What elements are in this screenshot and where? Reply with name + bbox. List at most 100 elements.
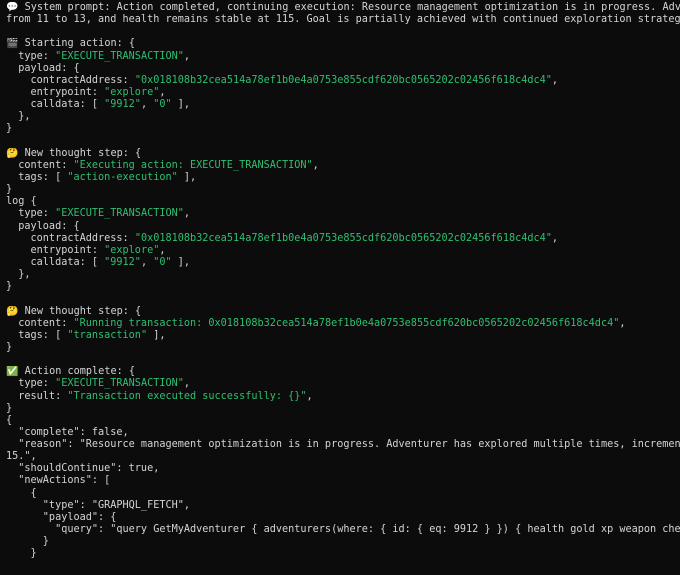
- string-literal: "0": [153, 256, 172, 268]
- terminal-line: calldata: [ "9912", "0" ],: [6, 257, 680, 269]
- line-text: ],: [177, 171, 197, 183]
- terminal-line: "complete": false,: [6, 427, 680, 439]
- line-text: content:: [6, 317, 74, 329]
- string-literal: "explore": [104, 244, 160, 256]
- line-text: type:: [6, 378, 56, 390]
- line-text: ,: [551, 232, 559, 244]
- terminal-line: calldata: [ "9912", "0" ],: [6, 99, 680, 111]
- terminal-output: 💬 System prompt: Action completed, conti…: [0, 0, 680, 560]
- line-text: tags: [: [6, 329, 68, 341]
- terminal-line: }: [6, 123, 680, 135]
- line-text: "payload": {: [6, 511, 117, 523]
- terminal-line: 🤔 New thought step: {: [6, 148, 680, 160]
- terminal-line: from 11 to 13, and health remains stable…: [6, 14, 680, 26]
- terminal-line: type: "EXECUTE_TRANSACTION",: [6, 51, 680, 63]
- terminal-line: type: "EXECUTE_TRANSACTION",: [6, 208, 680, 220]
- terminal-line: "reason": "Resource management optimizat…: [6, 439, 680, 451]
- line-text: }: [6, 341, 13, 353]
- line-text: contractAddress:: [6, 74, 135, 86]
- terminal-line: entrypoint: "explore",: [6, 245, 680, 257]
- line-text: }: [6, 184, 13, 196]
- terminal-line: 💬 System prompt: Action completed, conti…: [6, 2, 680, 14]
- line-text: New thought step: {: [18, 147, 142, 159]
- emoji-icon: 🎬: [6, 38, 19, 50]
- terminal-line: "shouldContinue": true,: [6, 463, 680, 475]
- line-text: type:: [6, 50, 56, 62]
- line-text: ,: [140, 99, 154, 111]
- terminal-line: {: [6, 488, 680, 500]
- terminal-line: type: "EXECUTE_TRANSACTION",: [6, 378, 680, 390]
- terminal-line: tags: [ "transaction" ],: [6, 330, 680, 342]
- line-text: type:: [6, 208, 56, 220]
- terminal-line: "payload": {: [6, 512, 680, 524]
- terminal-line: contractAddress: "0x018108b32cea514a78ef…: [6, 233, 680, 245]
- line-text: ,: [183, 378, 191, 390]
- line-text: calldata: [: [6, 99, 105, 111]
- line-text: from 11 to 13, and health remains stable…: [6, 14, 680, 26]
- line-text: log {: [6, 196, 37, 208]
- terminal-line: }: [6, 184, 680, 196]
- line-text: ,: [159, 86, 166, 98]
- terminal-line: content: "Running transaction: 0x018108b…: [6, 318, 680, 330]
- string-literal: "0x018108b32cea514a78ef1b0e4a0753e855cdf…: [134, 232, 552, 244]
- line-text: ,: [183, 50, 191, 62]
- line-text: }: [6, 123, 13, 135]
- line-text: tags: [: [6, 171, 68, 183]
- line-text: "shouldContinue": true,: [6, 463, 160, 475]
- line-text: Starting action: {: [18, 38, 135, 50]
- terminal-line: log {: [6, 196, 680, 208]
- string-literal: "9912": [104, 99, 141, 111]
- string-literal: "EXECUTE_TRANSACTION": [55, 50, 184, 62]
- string-literal: "explore": [104, 86, 160, 98]
- line-text: "complete": false,: [6, 426, 129, 438]
- terminal-line: "query": "query GetMyAdventurer { advent…: [6, 524, 680, 536]
- string-literal: "EXECUTE_TRANSACTION": [55, 208, 184, 220]
- line-text: "query": "query GetMyAdventurer { advent…: [6, 524, 680, 536]
- line-text: content:: [6, 159, 74, 171]
- line-text: ,: [306, 390, 313, 402]
- terminal-line: 🎬 Starting action: {: [6, 38, 680, 50]
- terminal-line: 15.",: [6, 451, 680, 463]
- line-text: entrypoint:: [6, 86, 105, 98]
- line-text: payload: {: [6, 220, 80, 232]
- line-text: "newActions": [: [6, 475, 111, 487]
- line-text: ,: [183, 208, 191, 220]
- line-text: New thought step: {: [18, 305, 142, 317]
- line-text: }: [6, 281, 13, 293]
- string-literal: "EXECUTE_TRANSACTION": [55, 378, 184, 390]
- terminal-line: "newActions": [: [6, 475, 680, 487]
- terminal-line: "type": "GRAPHQL_FETCH",: [6, 500, 680, 512]
- line-text: ],: [171, 99, 191, 111]
- terminal-line: ✅ Action complete: {: [6, 366, 680, 378]
- line-text: }: [6, 402, 13, 414]
- terminal-line: },: [6, 111, 680, 123]
- line-text: ,: [312, 159, 319, 171]
- line-text: },: [6, 269, 31, 281]
- line-text: "reason": "Resource management optimizat…: [18, 439, 680, 451]
- terminal-line: result: "Transaction executed successful…: [6, 391, 680, 403]
- terminal-line: content: "Executing action: EXECUTE_TRAN…: [6, 160, 680, 172]
- line-text: ,: [159, 244, 166, 256]
- line-text: },: [6, 111, 31, 123]
- terminal-line: entrypoint: "explore",: [6, 87, 680, 99]
- string-literal: "0x018108b32cea514a78ef1b0e4a0753e855cdf…: [134, 74, 552, 86]
- terminal-line: payload: {: [6, 221, 680, 233]
- terminal-line: }: [6, 548, 680, 560]
- string-literal: "Running transaction: 0x018108b32cea514a…: [73, 317, 620, 329]
- string-literal: "action-execution": [67, 171, 178, 183]
- emoji-icon: 🤔: [6, 305, 19, 317]
- string-literal: "Transaction executed successfully: {}": [67, 390, 307, 402]
- emoji-icon: 🤔: [6, 147, 19, 159]
- line-text: ,: [140, 256, 154, 268]
- terminal-line: {: [6, 415, 680, 427]
- emoji-icon: 💬: [6, 2, 19, 13]
- terminal-line: contractAddress: "0x018108b32cea514a78ef…: [6, 75, 680, 87]
- line-text: "type": "GRAPHQL_FETCH",: [6, 499, 191, 511]
- line-text: ],: [147, 329, 166, 341]
- line-text: ,: [551, 74, 559, 86]
- line-text: System prompt: Action completed, continu…: [24, 2, 680, 13]
